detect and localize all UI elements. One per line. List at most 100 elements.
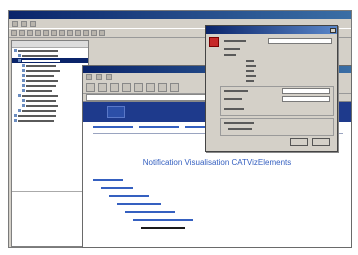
folder-icon (14, 119, 17, 122)
search-button[interactable] (146, 82, 155, 92)
dialog-titlebar (206, 26, 337, 34)
hierarchy-item[interactable] (93, 192, 343, 200)
hierarchy-link[interactable] (93, 179, 123, 181)
doc-heading: Notification Visualisation CATVizElement… (142, 158, 292, 167)
dialog-label (246, 75, 256, 77)
hierarchy-link[interactable] (125, 211, 175, 213)
home-button[interactable] (134, 82, 143, 92)
options-group (220, 118, 334, 136)
print-button[interactable] (170, 82, 179, 92)
forward-button[interactable] (98, 82, 107, 92)
dialog-label (246, 70, 254, 72)
toolbar-button[interactable] (91, 30, 97, 36)
tree-label (22, 109, 56, 112)
tree-label (26, 74, 54, 77)
folder-icon (18, 109, 21, 112)
toolbar-button[interactable] (11, 30, 17, 36)
folder-icon (18, 94, 21, 97)
dialog-label (224, 48, 240, 50)
toolbar-button[interactable] (83, 30, 89, 36)
doc-link[interactable] (93, 126, 133, 128)
menu-icon[interactable] (96, 74, 102, 80)
dialog-input[interactable] (268, 38, 332, 44)
stop-button[interactable] (110, 82, 119, 92)
dialog-label (224, 40, 246, 42)
tree-label (26, 79, 58, 82)
favorites-button[interactable] (158, 82, 167, 92)
file-icon (22, 69, 25, 72)
dialog-label (224, 54, 236, 56)
menu-icon[interactable] (30, 20, 36, 27)
dialog-label (224, 90, 248, 92)
file-icon (22, 74, 25, 77)
hierarchy-item[interactable] (93, 176, 343, 184)
project-tree-panel (11, 40, 89, 247)
hierarchy-item[interactable] (93, 208, 343, 216)
file-icon (22, 104, 25, 107)
hierarchy-current (141, 227, 185, 229)
menu-icon[interactable] (86, 74, 92, 80)
folder-icon (14, 49, 17, 52)
hierarchy-item[interactable] (93, 184, 343, 192)
dialog-label (246, 80, 254, 82)
tree-label (26, 69, 60, 72)
doc-links (93, 126, 215, 128)
back-button[interactable] (86, 82, 95, 92)
dialog-label (224, 98, 242, 100)
tree-label (26, 64, 56, 67)
tree-label (18, 114, 56, 117)
menu-icon[interactable] (106, 74, 112, 80)
toolbar-button[interactable] (19, 30, 25, 36)
dialog-label (246, 60, 254, 62)
properties-dialog (205, 25, 338, 152)
toolbar-button[interactable] (27, 30, 33, 36)
ok-button[interactable] (290, 138, 308, 146)
toolbar-button[interactable] (43, 30, 49, 36)
hierarchy-item[interactable] (93, 224, 343, 232)
file-icon (22, 89, 25, 92)
toolbar-button[interactable] (67, 30, 73, 36)
tree-label (26, 89, 52, 92)
file-icon (22, 64, 25, 67)
menu-icon[interactable] (21, 20, 27, 27)
dialog-label (224, 108, 244, 110)
hierarchy-item[interactable] (93, 216, 343, 224)
class-hierarchy (93, 176, 343, 232)
toolbar-button[interactable] (59, 30, 65, 36)
logo-icon (107, 106, 125, 118)
tree-label (26, 104, 58, 107)
folder-icon (14, 114, 17, 117)
dialog-icon (209, 37, 219, 47)
dialog-label (228, 128, 252, 130)
refresh-button[interactable] (122, 82, 131, 92)
tree-header (12, 41, 88, 48)
file-icon (22, 84, 25, 87)
toolbar-button[interactable] (35, 30, 41, 36)
doc-link[interactable] (139, 126, 179, 128)
tree-label (22, 94, 58, 97)
dialog-label (246, 65, 256, 67)
folder-icon (18, 54, 21, 57)
tree-label (26, 99, 56, 102)
dialog-input[interactable] (282, 88, 330, 94)
toolbar-button[interactable] (99, 30, 105, 36)
hierarchy-link[interactable] (133, 219, 193, 221)
file-icon (22, 79, 25, 82)
tree-label (22, 59, 60, 62)
tree-row[interactable] (12, 118, 88, 123)
hierarchy-link[interactable] (101, 187, 133, 189)
tree-label (18, 119, 54, 122)
file-icon (22, 99, 25, 102)
hierarchy-link[interactable] (117, 203, 161, 205)
hierarchy-link[interactable] (109, 195, 149, 197)
ide-titlebar (9, 11, 351, 19)
tree-label (18, 49, 58, 52)
toolbar-button[interactable] (51, 30, 57, 36)
dialog-input[interactable] (282, 96, 330, 102)
tree-label (22, 54, 58, 57)
cancel-button[interactable] (312, 138, 330, 146)
close-icon[interactable] (330, 27, 336, 33)
menu-icon[interactable] (12, 20, 18, 27)
toolbar-button[interactable] (75, 30, 81, 36)
hierarchy-item[interactable] (93, 200, 343, 208)
